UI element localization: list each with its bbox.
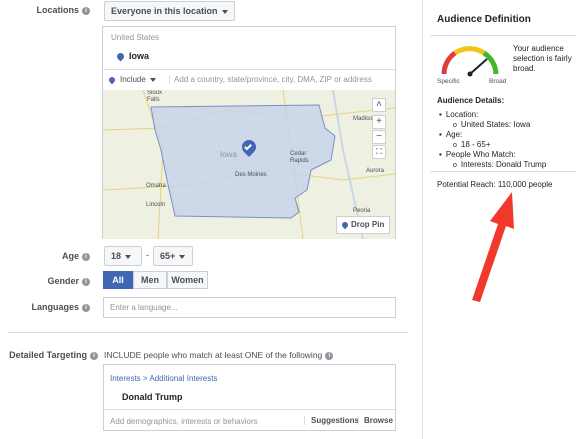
info-icon[interactable]: i (325, 351, 334, 360)
location-country: United States (111, 33, 160, 42)
location-pin-icon (340, 220, 350, 230)
audience-definition-title: Audience Definition (437, 14, 531, 25)
city-label: Lincoln (146, 202, 166, 208)
breadcrumb-interests[interactable]: Interests (110, 374, 141, 383)
selected-location[interactable]: Iowa (115, 51, 150, 62)
drop-pin-button[interactable]: Drop Pin (336, 216, 391, 234)
city-label: Peoria (353, 208, 371, 214)
divider (430, 35, 576, 36)
section-divider (8, 332, 408, 333)
targeting-search-input[interactable]: Add demographics, interests or behaviors (110, 417, 258, 426)
selected-location-text: Iowa (129, 51, 150, 61)
drop-pin-text: Drop Pin (351, 220, 385, 229)
suggestions-button[interactable]: Suggestions (304, 416, 359, 425)
age-heading: Age: (439, 130, 546, 140)
location-pin-icon (107, 75, 117, 85)
people-heading: People Who Match: (439, 150, 546, 160)
location-mode-dropdown[interactable]: Everyone in this location (104, 1, 235, 21)
zoom-out-button[interactable]: − (372, 130, 386, 144)
include-text: Include (120, 75, 146, 84)
chevron-down-icon (179, 254, 186, 259)
detailed-targeting-description: INCLUDE people who match at least ONE of… (104, 350, 334, 360)
detailed-targeting-description-text: INCLUDE people who match at least ONE of… (104, 350, 323, 360)
gender-men-button[interactable]: Men (133, 271, 167, 289)
languages-input[interactable]: Enter a language... (103, 297, 396, 318)
location-heading: Location: (439, 110, 546, 120)
detailed-targeting-label: Detailed Targeting i (0, 350, 98, 360)
locations-label-text: Locations (36, 5, 79, 15)
languages-placeholder: Enter a language... (110, 303, 178, 312)
location-panel: United States Iowa Include Add a country… (102, 26, 396, 239)
location-pin-icon (115, 51, 126, 62)
divider (430, 171, 576, 172)
gender-label-text: Gender (47, 276, 79, 286)
detailed-targeting-label-text: Detailed Targeting (9, 350, 87, 360)
fullscreen-icon[interactable]: ⛶ (372, 145, 386, 159)
location-mode-text: Everyone in this location (111, 6, 218, 16)
city-label: Cedar Rapids (290, 151, 309, 164)
gender-label: Gender i (0, 276, 90, 286)
chevron-down-icon (125, 254, 132, 259)
age-separator: - (146, 250, 149, 260)
location-value: United States: Iowa (439, 120, 546, 131)
gauge-summary: Your audience selection is fairly broad. (513, 44, 572, 73)
age-label: Age i (0, 251, 90, 261)
interest-item[interactable]: Donald Trump (122, 392, 183, 402)
chevron-down-icon (149, 77, 156, 82)
chevron-up-icon[interactable]: ˄ (372, 98, 386, 112)
info-icon[interactable]: i (82, 252, 90, 261)
age-max-text: 65+ (160, 251, 176, 261)
info-icon[interactable]: i (82, 6, 90, 15)
people-value: Interests: Donald Trump (439, 160, 546, 171)
divider (104, 409, 395, 410)
divider (103, 69, 395, 70)
breadcrumb-additional-interests[interactable]: Additional Interests (149, 374, 217, 383)
audience-details-list: Location: United States: Iowa Age: 18 - … (439, 110, 546, 170)
age-min-text: 18 (111, 251, 122, 261)
gender-women-button[interactable]: Women (167, 271, 208, 289)
zoom-in-button[interactable]: + (372, 115, 386, 129)
age-min-dropdown[interactable]: 18 (104, 246, 142, 266)
city-label: Sioux Falls (147, 90, 163, 103)
breadcrumb-separator: > (142, 374, 148, 383)
age-value: 18 - 65+ (439, 140, 546, 151)
red-arrow-icon (472, 192, 514, 302)
city-label: Iowa (220, 150, 237, 159)
languages-label: Languages i (0, 302, 90, 312)
info-icon[interactable]: i (90, 351, 98, 360)
info-icon[interactable]: i (82, 303, 90, 312)
locations-label: Locations i (0, 5, 90, 15)
gauge-left-label: Specific (437, 78, 460, 85)
city-label: Des Moines (235, 172, 267, 178)
interest-breadcrumb[interactable]: Interests > Additional Interests (110, 374, 217, 383)
age-label-text: Age (61, 251, 79, 261)
info-icon[interactable]: i (82, 277, 90, 286)
location-search-input[interactable]: Add a country, state/province, city, DMA… (169, 75, 372, 84)
detailed-targeting-panel: Interests > Additional Interests Donald … (103, 364, 396, 431)
location-map[interactable]: Sioux Falls Madison Iowa Cedar Rapids De… (103, 90, 395, 239)
audience-details-heading: Audience Details: (437, 96, 505, 105)
gauge-right-label: Broad (489, 78, 507, 85)
chevron-down-icon (221, 9, 228, 14)
age-max-dropdown[interactable]: 65+ (153, 246, 193, 266)
browse-button[interactable]: Browse (358, 416, 393, 425)
city-label: Aurora (366, 168, 385, 174)
include-dropdown[interactable]: Include (107, 75, 156, 85)
languages-label-text: Languages (31, 302, 79, 312)
gender-all-button[interactable]: All (103, 271, 133, 289)
audience-gauge (441, 46, 499, 77)
city-label: Omaha (146, 183, 166, 189)
